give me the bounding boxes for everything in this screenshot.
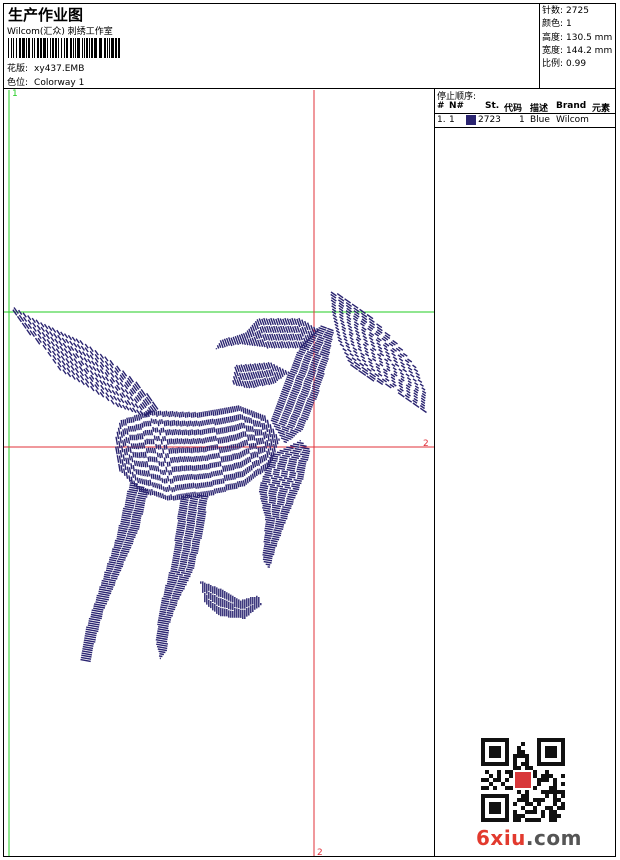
stitch-region bbox=[330, 291, 427, 414]
stitch-region bbox=[80, 480, 149, 663]
watermark-logo: 6xiu.com bbox=[476, 826, 582, 850]
stitch-region bbox=[155, 494, 209, 660]
horse-embroidery bbox=[12, 291, 427, 663]
guide-label-bottom: 2 bbox=[317, 848, 323, 858]
stitch-region bbox=[232, 362, 290, 389]
guide-label-right: 2 bbox=[423, 439, 429, 449]
qr-code bbox=[481, 738, 565, 822]
stitch-region bbox=[200, 581, 262, 619]
guide-label-origin: 1 bbox=[12, 89, 18, 99]
stitch-region bbox=[12, 307, 159, 418]
design-canvas bbox=[4, 90, 434, 856]
